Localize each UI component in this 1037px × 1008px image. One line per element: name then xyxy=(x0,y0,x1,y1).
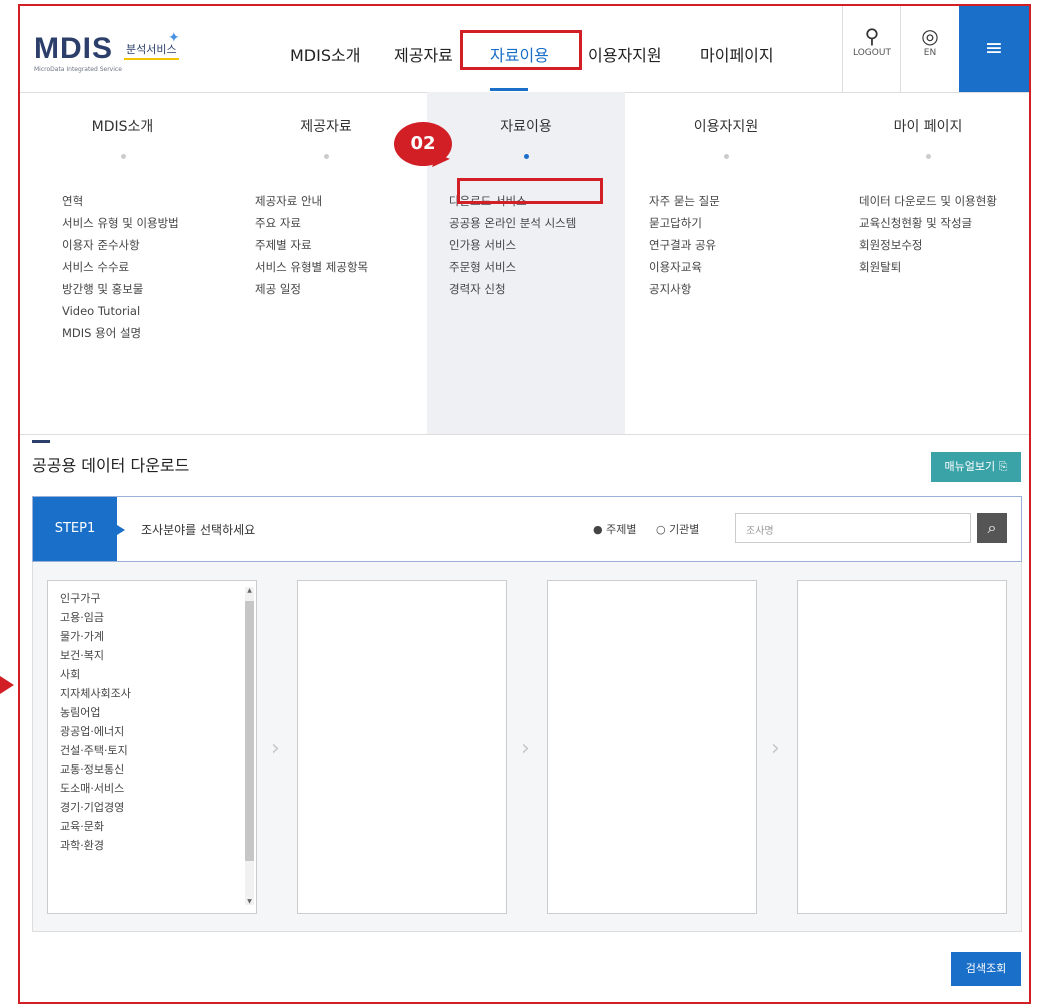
section-accent-bar xyxy=(32,440,50,443)
radio-organization[interactable]: ○ 기관별 xyxy=(656,523,699,536)
nav-highlight-box xyxy=(460,30,582,70)
nav-my-page[interactable]: 마이페이지 xyxy=(700,42,774,66)
side-pointer-arrow xyxy=(0,676,14,694)
mega-item[interactable]: 인가용 서비스 xyxy=(449,234,576,256)
user-icon: ⚲ xyxy=(864,24,880,48)
mega-item[interactable]: 자주 묻는 질문 xyxy=(649,190,720,212)
category-item[interactable]: 경기·기업경영 xyxy=(60,798,256,817)
logout-label: LOGOUT xyxy=(853,48,891,58)
mega-item[interactable]: 경력자 신청 xyxy=(449,278,576,300)
mega-item[interactable]: 교육신청현황 및 작성글 xyxy=(859,212,997,234)
download-highlight-box xyxy=(457,178,603,204)
step-number-badge: 02 xyxy=(394,122,452,166)
mega-col-data-use: 자료이용 다운로드 서비스 공공용 온라인 분석 시스템 인가용 서비스 주문형… xyxy=(427,92,625,434)
selection-panels: 인구가구 고용·임금 물가·가계 보건·복지 사회 지자체사회조사 농림어업 광… xyxy=(32,562,1022,932)
dot-icon xyxy=(120,154,126,159)
mega-item[interactable]: MDIS 용어 설명 xyxy=(62,322,179,344)
survey-panel xyxy=(297,580,507,914)
category-item[interactable]: 건설·주택·토지 xyxy=(60,741,256,760)
dot-icon xyxy=(926,154,931,159)
mega-item[interactable]: 주제별 자료 xyxy=(255,234,368,256)
search-input[interactable]: 조사명 xyxy=(735,513,971,543)
category-item[interactable]: 도소매·서비스 xyxy=(60,779,256,798)
radio-subject[interactable]: ● 주제별 xyxy=(593,523,636,536)
language-button[interactable]: ◎ EN xyxy=(900,6,959,92)
logo-subtitle: MicroData Integrated Service xyxy=(34,66,122,73)
chevron-right-icon: › xyxy=(521,736,530,761)
nav-active-underline xyxy=(490,88,528,91)
category-item[interactable]: 교통·정보통신 xyxy=(60,760,256,779)
mega-item[interactable]: 데이터 다운로드 및 이용현황 xyxy=(859,190,997,212)
search-icon[interactable]: ⌕ xyxy=(977,513,1007,543)
category-item[interactable]: 교육·문화 xyxy=(60,817,256,836)
manual-button[interactable]: 매뉴얼보기 ⎘ xyxy=(931,452,1021,482)
step-row: STEP1 조사분야를 선택하세요 ● 주제별 ○ 기관별 조사명 ⌕ xyxy=(32,496,1022,562)
category-item[interactable]: 광공업·에너지 xyxy=(60,722,256,741)
category-item[interactable]: 인구가구 xyxy=(60,589,256,608)
filter-radio-group: ● 주제별 ○ 기관별 xyxy=(593,521,715,537)
dot-icon xyxy=(524,154,529,159)
mega-item[interactable]: 연구결과 공유 xyxy=(649,234,720,256)
mega-col-title: MDIS소개 xyxy=(91,119,154,135)
category-item[interactable]: 지자체사회조사 xyxy=(60,684,256,703)
mega-item[interactable]: 서비스 유형별 제공항목 xyxy=(255,256,368,278)
mega-col-title: 이용자지원 xyxy=(693,119,759,135)
nav-provided-data[interactable]: 제공자료 xyxy=(394,42,453,66)
logout-button[interactable]: ⚲ LOGOUT xyxy=(842,6,901,92)
chevron-right-icon: › xyxy=(771,736,780,761)
nav-user-support[interactable]: 이용자지원 xyxy=(588,42,662,66)
mega-item[interactable]: 묻고답하기 xyxy=(649,212,720,234)
chevron-right-icon: › xyxy=(271,736,280,761)
hamburger-icon[interactable]: ≡ xyxy=(959,6,1029,92)
mega-col-intro: MDIS소개 연혁 서비스 유형 및 이용방법 이용자 준수사항 서비스 수수료… xyxy=(20,92,225,434)
mega-item[interactable]: 서비스 유형 및 이용방법 xyxy=(62,212,179,234)
mega-item[interactable]: 회원탈퇴 xyxy=(859,256,997,278)
category-item[interactable]: 과학·환경 xyxy=(60,836,256,855)
mega-col-support: 이용자지원 자주 묻는 질문 묻고답하기 연구결과 공유 이용자교육 공지사항 xyxy=(625,92,827,434)
mega-item[interactable]: 주문형 서비스 xyxy=(449,256,576,278)
mega-item[interactable]: 이용자 준수사항 xyxy=(62,234,179,256)
search-submit-button[interactable]: 검색조회 xyxy=(951,952,1021,986)
mega-item[interactable]: 공지사항 xyxy=(649,278,720,300)
mega-item[interactable]: 제공자료 안내 xyxy=(255,190,368,212)
globe-icon: ◎ xyxy=(921,24,939,48)
mega-item[interactable]: 공공용 온라인 분석 시스템 xyxy=(449,212,576,234)
mega-item[interactable]: 이용자교육 xyxy=(649,256,720,278)
mega-item[interactable]: 서비스 수수료 xyxy=(62,256,179,278)
dot-icon xyxy=(324,154,329,159)
step-instruction: 조사분야를 선택하세요 xyxy=(141,523,256,537)
category-item[interactable]: 보건·복지 xyxy=(60,646,256,665)
category-panel: 인구가구 고용·임금 물가·가계 보건·복지 사회 지자체사회조사 농림어업 광… xyxy=(47,580,257,914)
category-item[interactable]: 물가·가계 xyxy=(60,627,256,646)
dot-icon xyxy=(724,154,729,159)
category-item[interactable]: 농림어업 xyxy=(60,703,256,722)
mega-col-title: 마이 페이지 xyxy=(893,119,963,135)
mega-menu: MDIS소개 연혁 서비스 유형 및 이용방법 이용자 준수사항 서비스 수수료… xyxy=(20,92,1029,435)
mega-item[interactable]: 회원정보수정 xyxy=(859,234,997,256)
mega-item[interactable]: 연혁 xyxy=(62,190,179,212)
scrollbar-thumb[interactable] xyxy=(245,601,254,861)
page-title: 공공용 데이터 다운로드 xyxy=(32,456,190,475)
dataset-panel xyxy=(797,580,1007,914)
sparkle-icon: ✦ xyxy=(168,30,180,46)
mega-item[interactable]: 주요 자료 xyxy=(255,212,368,234)
scroll-down-icon[interactable]: ▼ xyxy=(245,898,254,905)
year-panel xyxy=(547,580,757,914)
mega-item[interactable]: 제공 일정 xyxy=(255,278,368,300)
mega-item[interactable]: 방간행 및 홍보물 xyxy=(62,278,179,300)
mega-col-title: 자료이용 xyxy=(500,119,552,135)
header: MDIS MicroData Integrated Service 분석서비스 … xyxy=(20,6,1029,93)
step-label: STEP1 xyxy=(33,497,125,561)
language-label: EN xyxy=(923,48,937,58)
category-item[interactable]: 사회 xyxy=(60,665,256,684)
mdis-logo[interactable]: MDIS xyxy=(34,32,113,66)
scrollbar[interactable]: ▲ ▼ xyxy=(245,587,254,905)
mega-item[interactable]: Video Tutorial xyxy=(62,300,179,322)
nav-mdis-intro[interactable]: MDIS소개 xyxy=(290,42,360,66)
category-item[interactable]: 고용·임금 xyxy=(60,608,256,627)
mega-col-mypage: 마이 페이지 데이터 다운로드 및 이용현황 교육신청현황 및 작성글 회원정보… xyxy=(827,92,1029,434)
scroll-up-icon[interactable]: ▲ xyxy=(245,587,254,594)
